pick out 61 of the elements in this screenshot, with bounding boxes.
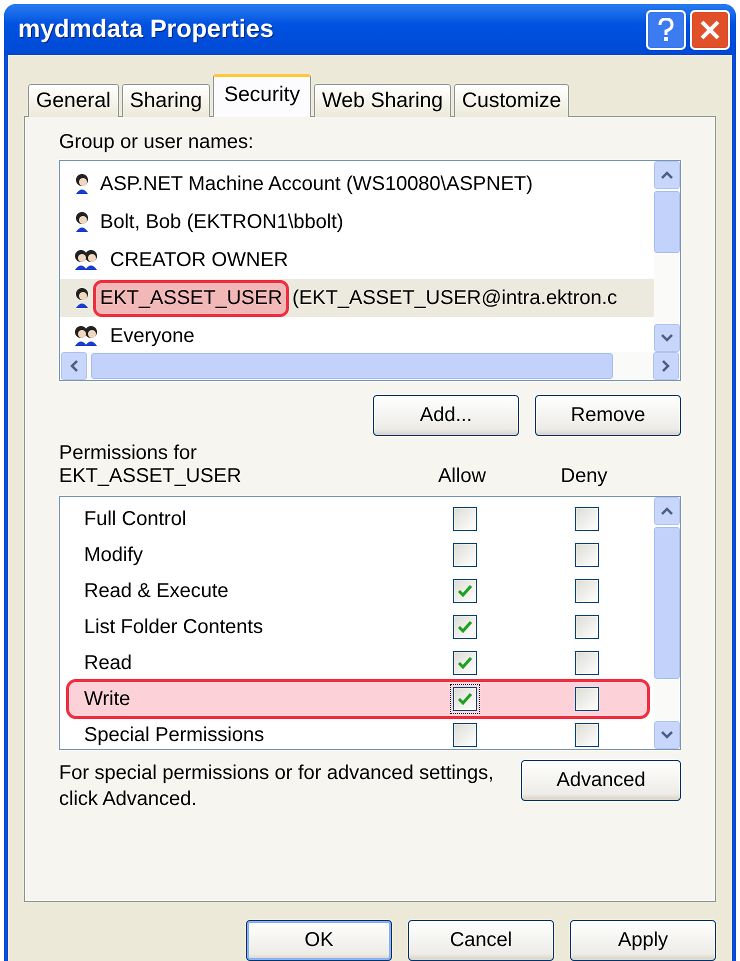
dialog-button[interactable]: Apply [570, 920, 716, 961]
tab[interactable]: General [28, 84, 119, 117]
close-icon [699, 18, 721, 40]
vertical-scrollbar[interactable] [654, 497, 680, 749]
tab[interactable]: Customize [454, 84, 570, 117]
user-name: EKT_ASSET_USER [96, 282, 286, 314]
checkbox[interactable] [575, 651, 599, 675]
check-icon [457, 584, 473, 598]
checkbox[interactable] [575, 543, 599, 567]
permission-name: Write [84, 688, 132, 710]
checkbox[interactable] [453, 723, 477, 747]
permission-name: Modify [84, 544, 144, 566]
checkbox[interactable] [575, 579, 599, 603]
help-button[interactable] [646, 10, 686, 50]
permission-name: Special Permissions [84, 724, 266, 746]
close-button[interactable] [690, 10, 730, 50]
dialog-button[interactable]: Cancel [408, 920, 554, 961]
checkbox[interactable] [453, 507, 477, 531]
allow-column-header: Allow [437, 465, 487, 488]
user-detail: (EKT_ASSET_USER@intra.ektron.c [292, 286, 618, 310]
permissions-user-name: EKT_ASSET_USER [59, 465, 242, 488]
checkbox[interactable] [575, 723, 599, 747]
checkbox[interactable] [575, 507, 599, 531]
advanced-button[interactable]: Advanced [521, 760, 681, 801]
user-name: Bolt, Bob (EKTRON1\bbolt) [99, 210, 344, 234]
check-icon [457, 620, 473, 634]
group-list-label: Group or user names: [59, 131, 255, 154]
list-action-button[interactable]: Remove [535, 395, 681, 436]
user-list-item[interactable]: EKT_ASSET_USER (EKT_ASSET_USER@intra.ektron.c [60, 279, 654, 317]
permission-name: List Folder Contents [84, 616, 264, 638]
check-icon [457, 656, 473, 670]
horizontal-scrollbar[interactable] [60, 352, 680, 380]
user-list-item[interactable]: Bolt, Bob (EKTRON1\bbolt) [60, 203, 654, 241]
tab[interactable]: Security [213, 74, 311, 117]
permission-name: Read & Execute [84, 580, 230, 602]
user-name: CREATOR OWNER [109, 248, 290, 272]
window-title: mydmdata Properties [18, 15, 275, 44]
checkbox[interactable] [453, 543, 477, 567]
checkbox[interactable] [575, 615, 599, 639]
deny-column-header: Deny [560, 465, 608, 488]
permissions-label: Permissions for [59, 442, 198, 465]
dialog-button[interactable]: OK [246, 920, 392, 961]
checkbox[interactable] [453, 615, 477, 639]
user-list-item[interactable]: ASP.NET Machine Account (WS10080\ASPNET) [60, 165, 654, 203]
checkbox[interactable] [453, 579, 477, 603]
tab[interactable]: Web Sharing [314, 84, 451, 117]
check-icon [457, 692, 473, 706]
permission-name: Read [84, 652, 133, 674]
list-action-button[interactable]: Add... [373, 395, 519, 436]
checkbox[interactable] [453, 651, 477, 675]
user-name: ASP.NET Machine Account (WS10080\ASPNET) [99, 172, 534, 196]
user-name: Everyone [109, 324, 196, 348]
help-icon [658, 18, 674, 42]
vertical-scrollbar[interactable] [654, 161, 680, 352]
checkbox[interactable] [575, 687, 599, 711]
user-list-item[interactable]: Everyone [60, 317, 654, 352]
checkbox[interactable] [453, 687, 477, 711]
permission-name: Full Control [84, 508, 188, 530]
tab[interactable]: Sharing [122, 84, 210, 117]
user-list-item[interactable]: CREATOR OWNER [60, 241, 654, 279]
advanced-hint-text: For special permissions or for advanced settings, click Advanced. [59, 761, 495, 812]
